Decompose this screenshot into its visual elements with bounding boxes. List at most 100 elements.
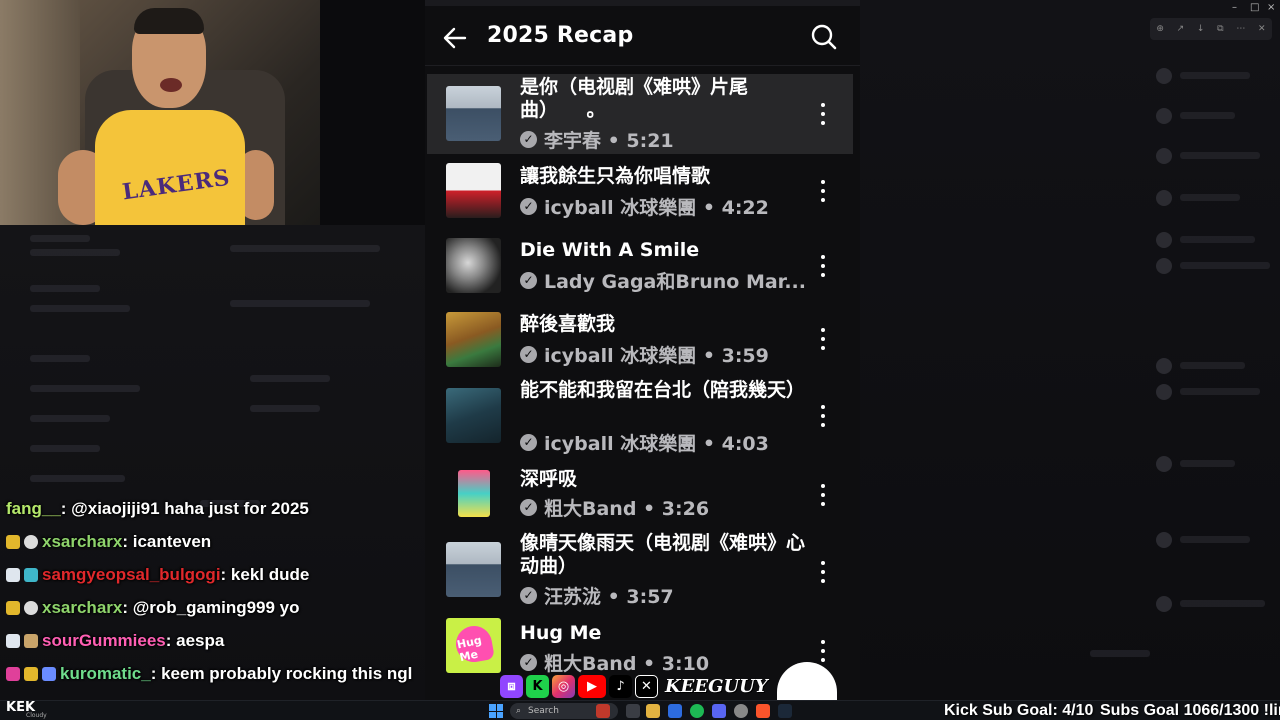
track-row[interactable]: 讓我餘生只為你唱情歌 ✓ icyball 冰球樂團 • 4:22: [427, 156, 853, 226]
album-art: [446, 86, 501, 141]
chat-text: : kekl dude: [220, 565, 310, 584]
track-title: 讓我餘生只為你唱情歌: [520, 165, 711, 187]
chat-username: xsarcharx: [42, 598, 123, 617]
chat-text: : icanteven: [122, 532, 212, 551]
chat-message: xsarcharx : icanteven: [6, 530, 211, 554]
track-row[interactable]: 醉後喜歡我 ✓ icyball 冰球樂團 • 3:59: [427, 304, 853, 374]
track-artist-duration: icyball 冰球樂團 • 3:59: [544, 345, 769, 367]
track-artist-duration: icyball 冰球樂團 • 4:22: [544, 197, 769, 219]
chat-message: sourGummiees : aespa: [6, 629, 224, 653]
subs-goal: Subs Goal 1066/1300 !lire: [1100, 702, 1280, 719]
cup-badge-icon: [6, 568, 20, 582]
chat-text: : keem probably rocking this ngl: [150, 664, 413, 683]
popout-icon[interactable]: ⧉: [1217, 24, 1223, 34]
windows-start-icon[interactable]: [489, 704, 503, 718]
heart-badge-icon: [6, 667, 20, 681]
twitch-icon[interactable]: ⧈: [500, 674, 523, 698]
more-vert-icon[interactable]: [815, 484, 831, 506]
chat-text: : @rob_gaming999 yo: [122, 598, 300, 617]
minimize-icon[interactable]: –: [1232, 2, 1237, 13]
youtube-icon[interactable]: ▶: [578, 674, 606, 698]
verified-check-icon: ✓: [520, 131, 537, 148]
track-meta: ✓ icyball 冰球樂團 • 3:59: [520, 341, 810, 368]
app-icon[interactable]: [626, 704, 640, 718]
track-row[interactable]: 像晴天像雨天（电视剧《难哄》心动曲） ✓ 汪苏泷 • 3:57: [427, 532, 853, 612]
zoom-icon[interactable]: ⊕: [1156, 24, 1164, 34]
album-art: [446, 312, 501, 367]
chat-username: sourGummiees: [42, 631, 166, 650]
taskbar: KEK Cloudy ⌕ Search Kick Sub Goal: 4/10 …: [0, 700, 1280, 720]
folder-icon[interactable]: [646, 704, 660, 718]
chat-message: kuromatic_ : keem probably rocking this …: [6, 662, 412, 686]
track-meta: ✓ 汪苏泷 • 3:57: [520, 582, 810, 609]
verified-check-icon: ✓: [520, 272, 537, 289]
chat-username: fang__: [6, 499, 61, 518]
maximize-icon[interactable]: □: [1250, 2, 1259, 13]
more-vert-icon[interactable]: [815, 405, 831, 427]
chat-text: : @xiaojiji91 haha just for 2025: [60, 499, 309, 518]
track-row[interactable]: 深呼吸 ✓ 粗大Band • 3:26: [427, 464, 853, 526]
steam-icon[interactable]: [778, 704, 792, 718]
background-desktop-right: [860, 0, 1280, 700]
skull-badge-icon: [24, 535, 38, 549]
track-meta: ✓ icyball 冰球樂團 • 4:22: [520, 193, 810, 220]
album-art: [446, 388, 501, 443]
more-vert-icon[interactable]: [815, 103, 831, 125]
track-meta: ✓ 粗大Band • 3:26: [520, 494, 810, 521]
share-icon[interactable]: ↗: [1177, 24, 1185, 34]
more-vert-icon[interactable]: [815, 328, 831, 350]
track-row[interactable]: 能不能和我留在台北（陪我幾天） ✓ icyball 冰球樂團 • 4:03: [427, 376, 853, 462]
more-vert-icon[interactable]: [815, 561, 831, 583]
app-icon[interactable]: [734, 704, 748, 718]
search-icon[interactable]: [810, 23, 838, 51]
track-title: 像晴天像雨天（电视剧《难哄》心动曲）: [520, 532, 806, 577]
app-icon[interactable]: [668, 704, 682, 718]
x-icon[interactable]: ✕: [635, 674, 658, 698]
track-title: Die With A Smile: [520, 239, 700, 261]
verified-check-icon: ✓: [520, 499, 537, 516]
trophy-badge-icon: [24, 667, 38, 681]
chat-username: samgyeopsal_bulgogi: [42, 565, 221, 584]
kick-sub-goal: Kick Sub Goal: 4/10: [944, 702, 1094, 719]
download-icon[interactable]: ↓: [1197, 24, 1205, 34]
spotify-icon[interactable]: [690, 704, 704, 718]
more-vert-icon[interactable]: [815, 640, 831, 662]
app-icon[interactable]: [596, 704, 610, 718]
verified-check-icon: ✓: [520, 587, 537, 604]
social-links: ⧈ K ◎ ▶ ♪ ✕ KEEGUUY: [500, 672, 768, 700]
verified-check-icon: ✓: [520, 198, 537, 215]
webcam-feed: LAKERS: [0, 0, 320, 225]
track-meta: ✓ Lady Gaga和Bruno Mar...: [520, 267, 810, 294]
tiktok-icon[interactable]: ♪: [609, 674, 632, 698]
more-vert-icon[interactable]: [815, 255, 831, 277]
window-close-icon[interactable]: ×: [1267, 2, 1275, 13]
menu-dots-icon[interactable]: ⋯: [1236, 24, 1245, 34]
back-arrow-icon[interactable]: [441, 24, 469, 52]
taskbar-search-label: Search: [528, 706, 559, 716]
album-art: [446, 542, 501, 597]
track-artist-duration: 李宇春 • 5:21: [544, 130, 674, 152]
streamer-handle: KEEGUUY: [665, 675, 768, 697]
album-art: [446, 163, 501, 218]
chat-message: fang__ : @xiaojiji91 haha just for 2025: [6, 497, 309, 521]
track-row[interactable]: 是你（电视剧《难哄》片尾曲） 。 ✓ 李宇春 • 5:21: [427, 74, 853, 154]
track-artist-duration: Lady Gaga和Bruno Mar...: [544, 271, 806, 293]
kick-icon[interactable]: K: [526, 674, 549, 698]
discord-icon[interactable]: [712, 704, 726, 718]
track-meta: ✓ icyball 冰球樂團 • 4:03: [520, 429, 810, 456]
chat-username: xsarcharx: [42, 532, 123, 551]
verified-check-icon: ✓: [520, 434, 537, 451]
cake-badge-icon: [24, 634, 38, 648]
panel-header: 2025 Recap: [425, 6, 860, 66]
gift-badge-icon: [42, 667, 56, 681]
track-meta: ✓ 李宇春 • 5:21: [520, 126, 810, 153]
chat-message: xsarcharx : @rob_gaming999 yo: [6, 596, 300, 620]
verified-check-icon: ✓: [520, 654, 537, 671]
track-artist-duration: 汪苏泷 • 3:57: [544, 586, 674, 608]
instagram-icon[interactable]: ◎: [552, 674, 575, 698]
close-icon[interactable]: ✕: [1258, 24, 1266, 34]
brave-icon[interactable]: [756, 704, 770, 718]
more-vert-icon[interactable]: [815, 180, 831, 202]
skull-badge-icon: [24, 601, 38, 615]
track-row[interactable]: Die With A Smile ✓ Lady Gaga和Bruno Mar..…: [427, 231, 853, 301]
